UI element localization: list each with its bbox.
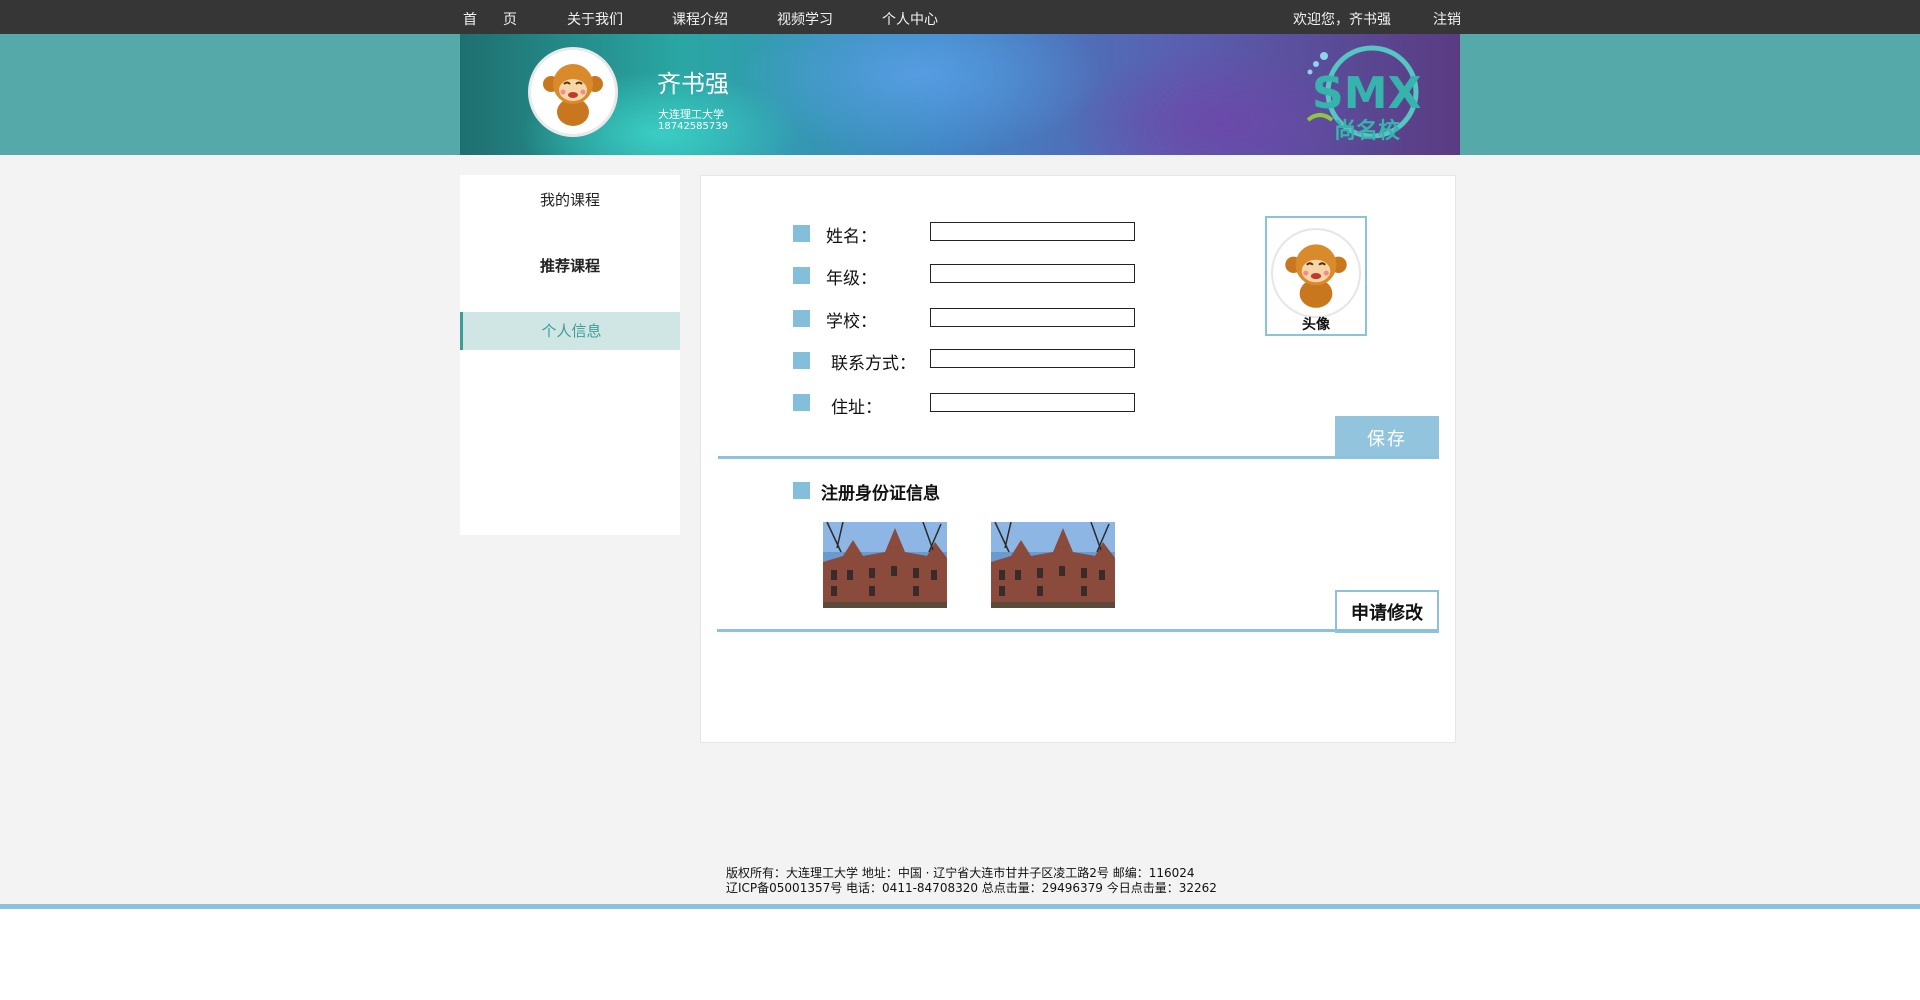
building-photo-icon xyxy=(823,522,947,608)
user-school: 大连理工大学 xyxy=(658,108,724,121)
id-card-photo-back xyxy=(991,522,1115,608)
contact-label: 联系方式： xyxy=(831,354,916,374)
profile-banner: 齐书强 大连理工大学 18742585739 SMX 尚名校 xyxy=(460,34,1460,155)
id-card-photo-front xyxy=(823,522,947,608)
top-nav-bar: 首页 关于我们 课程介绍 视频学习 个人中心 欢迎您，齐书强 注销 xyxy=(0,0,1920,34)
contact-input[interactable] xyxy=(930,349,1135,368)
bullet-square-icon xyxy=(793,394,810,411)
user-phone: 18742585739 xyxy=(658,121,728,132)
bullet-square-icon xyxy=(793,310,810,327)
bullet-square-icon xyxy=(793,482,810,499)
nav-about-link[interactable]: 关于我们 xyxy=(567,9,623,29)
id-info-title: 注册身份证信息 xyxy=(821,484,940,504)
nav-courses-link[interactable]: 课程介绍 xyxy=(672,9,728,29)
name-input[interactable] xyxy=(930,222,1135,241)
top-nav-inner: 首页 关于我们 课程介绍 视频学习 个人中心 欢迎您，齐书强 注销 xyxy=(460,0,1461,34)
footer-icp-contact: 辽ICP备05001357号 电话：0411-84708320 总点击量：294… xyxy=(726,881,1217,895)
name-label: 姓名： xyxy=(826,227,877,247)
address-input[interactable] xyxy=(930,393,1135,412)
avatar xyxy=(1271,228,1361,318)
save-button[interactable]: 保存 xyxy=(1335,416,1439,459)
divider xyxy=(718,456,1439,459)
apply-modify-button[interactable]: 申请修改 xyxy=(1335,590,1439,633)
divider xyxy=(717,629,1439,632)
nav-video-link[interactable]: 视频学习 xyxy=(777,9,833,29)
nav-home-link[interactable]: 首页 xyxy=(463,9,543,29)
avatar-upload-box[interactable]: 头像 xyxy=(1265,216,1367,336)
bullet-square-icon xyxy=(793,225,810,242)
address-label: 住址： xyxy=(831,398,882,418)
grade-label: 年级： xyxy=(826,269,877,289)
nav-personal-center-link[interactable]: 个人中心 xyxy=(882,9,938,29)
sidebar-item-personal-info[interactable]: 个人信息 xyxy=(460,312,680,350)
logout-link[interactable]: 注销 xyxy=(1433,9,1461,29)
sidebar: 我的课程 推荐课程 个人信息 xyxy=(460,175,680,535)
sidebar-item-my-courses[interactable]: 我的课程 xyxy=(460,181,680,219)
avatar-caption: 头像 xyxy=(1302,317,1330,333)
bullet-square-icon xyxy=(793,352,810,369)
sidebar-item-recommended-courses[interactable]: 推荐课程 xyxy=(460,247,680,285)
grade-input[interactable] xyxy=(930,264,1135,283)
page-bottom-area xyxy=(0,909,1920,1000)
building-photo-icon xyxy=(991,522,1115,608)
avatar xyxy=(528,47,618,137)
school-input[interactable] xyxy=(930,308,1135,327)
bullet-square-icon xyxy=(793,267,810,284)
personal-info-panel: 姓名： 年级： 学校： 联系方式： 住址： 头像 保存 注册身份证信息 申请修改 xyxy=(700,175,1456,743)
monkey-avatar-icon xyxy=(1285,244,1347,308)
school-label: 学校： xyxy=(826,312,877,332)
monkey-avatar-icon xyxy=(543,64,603,126)
smx-logo-icon: SMX 尚名校 xyxy=(1306,45,1421,144)
welcome-text: 欢迎您，齐书强 xyxy=(1293,12,1391,28)
user-name: 齐书强 xyxy=(657,70,729,98)
logo-subtext: 尚名校 xyxy=(1334,118,1401,144)
logo-text: SMX xyxy=(1312,68,1421,119)
